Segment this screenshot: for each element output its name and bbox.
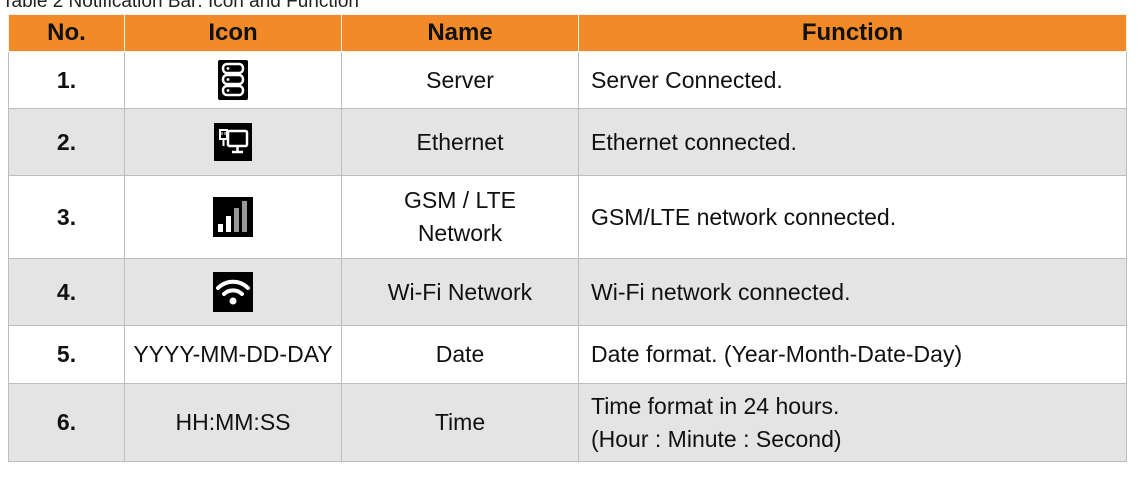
icon-cell: YYYY-MM-DD-DAY bbox=[124, 325, 342, 384]
row-function: GSM/LTE network connected. bbox=[578, 175, 1127, 259]
row-name-line: Network bbox=[417, 220, 503, 246]
row-function: Ethernet connected. bbox=[578, 108, 1127, 176]
row-number: 4. bbox=[8, 258, 125, 326]
row-name-line: GSM / LTE bbox=[403, 187, 517, 213]
row-name: GSM / LTE Network bbox=[341, 175, 579, 259]
row-name: Server bbox=[341, 51, 579, 109]
row-number: 5. bbox=[8, 325, 125, 384]
time-format-text: HH:MM:SS bbox=[175, 409, 291, 435]
table-row: 4. Wi-Fi Network Wi-Fi network connected… bbox=[8, 258, 1127, 326]
table-row: 5. YYYY-MM-DD-DAY Date Date format. (Yea… bbox=[8, 325, 1127, 384]
notification-bar-table: No. Icon Name Function 1. Server Server … bbox=[8, 14, 1127, 462]
icon-cell bbox=[124, 108, 342, 176]
row-function: Wi-Fi network connected. bbox=[578, 258, 1127, 326]
row-number: 6. bbox=[8, 383, 125, 462]
table-header-row: No. Icon Name Function bbox=[8, 14, 1127, 52]
row-function: Date format. (Year-Month-Date-Day) bbox=[578, 325, 1127, 384]
table-row: 1. Server Server Connected. bbox=[8, 51, 1127, 109]
table-row: 6. HH:MM:SS Time Time format in 24 hours… bbox=[8, 383, 1127, 462]
server-database-icon bbox=[212, 59, 254, 101]
wifi-icon bbox=[212, 271, 254, 313]
row-function: Time format in 24 hours. (Hour : Minute … bbox=[578, 383, 1127, 462]
row-function: Server Connected. bbox=[578, 51, 1127, 109]
ethernet-computer-icon bbox=[212, 121, 254, 163]
icon-cell bbox=[124, 175, 342, 259]
date-format-text: YYYY-MM-DD-DAY bbox=[133, 341, 333, 367]
table-caption: Table 2 Notification Bar: Icon and Funct… bbox=[2, 0, 359, 12]
row-number: 2. bbox=[8, 108, 125, 176]
signal-bars-icon bbox=[212, 196, 254, 238]
icon-cell bbox=[124, 258, 342, 326]
row-name: Ethernet bbox=[341, 108, 579, 176]
row-name: Wi-Fi Network bbox=[341, 258, 579, 326]
table-row: 2. Ethernet Ethernet connected. bbox=[8, 108, 1127, 176]
icon-cell bbox=[124, 51, 342, 109]
row-name: Date bbox=[341, 325, 579, 384]
icon-cell: HH:MM:SS bbox=[124, 383, 342, 462]
row-number: 3. bbox=[8, 175, 125, 259]
row-function-line: (Hour : Minute : Second) bbox=[591, 425, 842, 452]
header-icon: Icon bbox=[124, 14, 342, 52]
table-row: 3. GSM / LTE Network GSM/LTE network con… bbox=[8, 175, 1127, 259]
header-no: No. bbox=[8, 14, 125, 52]
header-name: Name bbox=[341, 14, 579, 52]
row-function-line: Time format in 24 hours. bbox=[591, 392, 840, 419]
header-function: Function bbox=[578, 14, 1127, 52]
row-name: Time bbox=[341, 383, 579, 462]
row-number: 1. bbox=[8, 51, 125, 109]
